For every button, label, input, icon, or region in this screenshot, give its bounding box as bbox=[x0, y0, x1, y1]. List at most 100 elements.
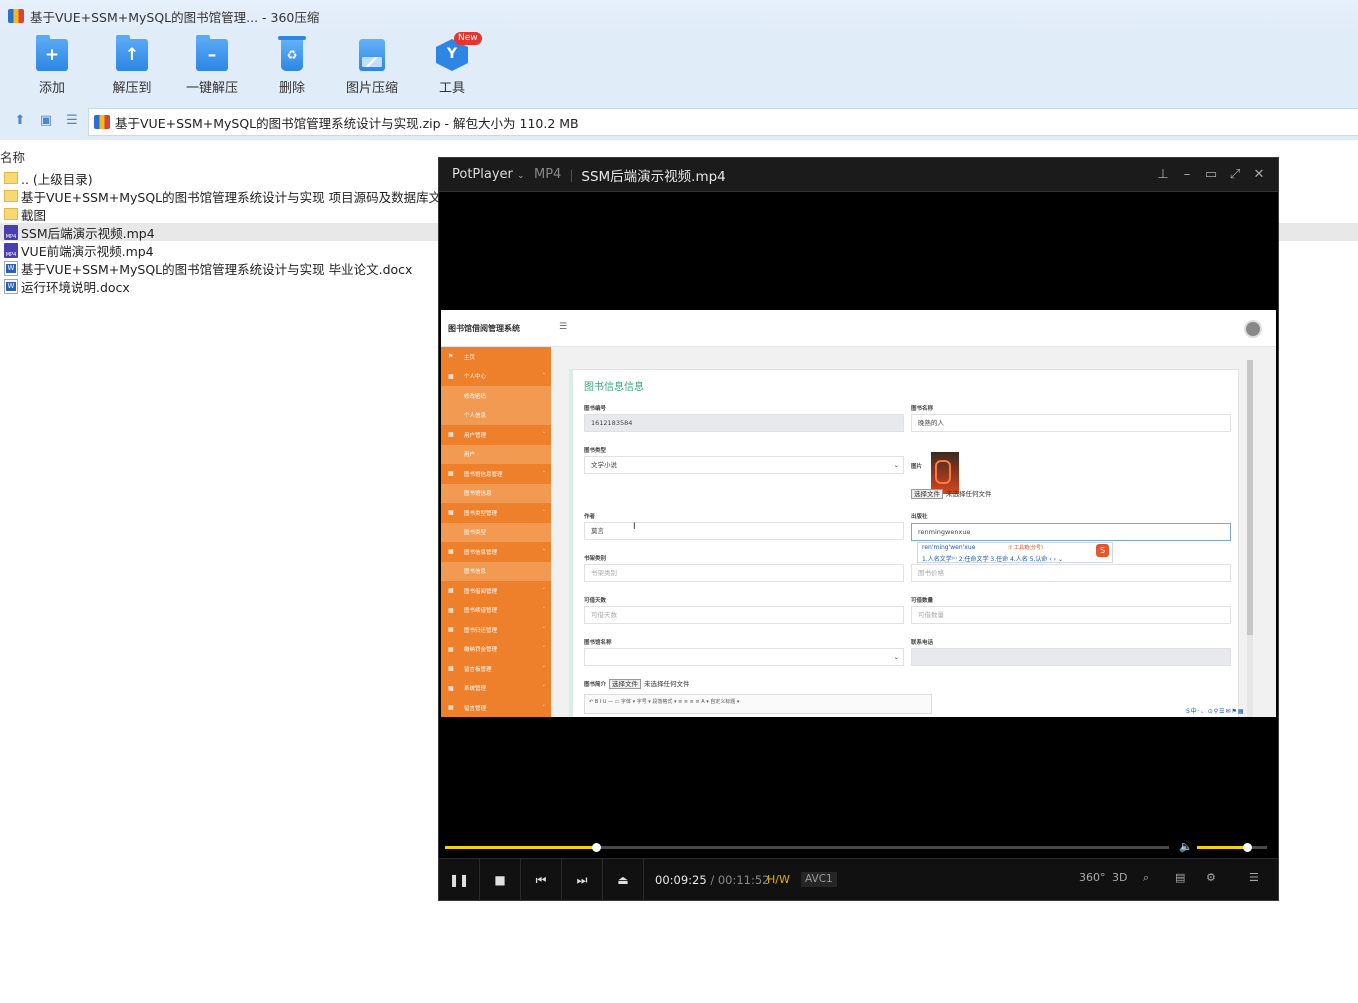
menu-label: 系统管理 bbox=[464, 686, 487, 693]
column-header-name[interactable]: 名称 bbox=[0, 147, 25, 166]
player-menu-button[interactable]: PotPlayer ⌄ bbox=[439, 167, 526, 182]
tools-button[interactable]: Y 工具 bbox=[412, 39, 492, 96]
label-book-type: 图书类型 bbox=[584, 448, 607, 454]
one-click-extract-label: 一键解压 bbox=[185, 81, 238, 96]
shelf-field: 书架类别 bbox=[584, 564, 904, 582]
no-file-text: 未选择任何文件 bbox=[644, 680, 690, 688]
folder-icon bbox=[4, 172, 18, 184]
volume-slider[interactable] bbox=[1197, 843, 1267, 852]
thumbnail-view-icon[interactable]: ▣ bbox=[38, 113, 54, 129]
close-icon[interactable]: ✕ bbox=[1251, 167, 1267, 183]
video-frame[interactable]: 图书馆借阅管理系统 ☰ ⚑ 主页 ▦ 个人中心 ˄ 修改密码 个人信息 ▦ 用户管理 ˄ … bbox=[441, 310, 1276, 717]
video-submenu-item: 图书馆信息 bbox=[441, 483, 551, 503]
pin-icon[interactable]: ⊥ bbox=[1155, 167, 1171, 183]
ime-tray: S中·、⊙⚲☰✉⚑▦ bbox=[1186, 708, 1245, 715]
one-click-extract-button[interactable]: – 一键解压 bbox=[172, 35, 252, 96]
minimize-icon[interactable]: – bbox=[1179, 167, 1195, 183]
intro-file-picker: 图书简介 选择文件 未选择任何文件 bbox=[584, 678, 690, 689]
list-view-icon[interactable]: ☰ bbox=[64, 113, 80, 129]
chevron-icon: ˄ bbox=[542, 373, 546, 380]
toolbar: + 添加 ↑ 解压到 – 一键解压 ♻ 删除 图片压缩 Y 工具 New bbox=[0, 32, 1358, 102]
book-type-select: 文学小说 ⌄ bbox=[584, 456, 904, 474]
video-menu-item: ▦ 留言板管理 ˅ bbox=[441, 659, 551, 679]
volume-handle[interactable] bbox=[1243, 843, 1253, 852]
grid-icon: ▦ bbox=[448, 684, 454, 692]
file-name: 基于VUE+SSM+MySQL的图书馆管理系统设计与实现 项目源码及数据库文件 bbox=[21, 189, 454, 205]
path-field[interactable]: 基于VUE+SSM+MySQL的图书馆管理系统设计与实现.zip - 解包大小为… bbox=[88, 108, 1358, 136]
extract-to-icon: ↑ bbox=[116, 35, 148, 71]
label-intro: 图书简介 bbox=[584, 682, 607, 688]
label-shelf: 书架类别 bbox=[584, 556, 607, 562]
eject-icon[interactable]: ⏏ bbox=[603, 859, 644, 901]
grid-icon: ▦ bbox=[448, 606, 454, 614]
stop-icon[interactable]: ■ bbox=[480, 859, 521, 901]
label-image: 图片 bbox=[911, 464, 923, 470]
gear-icon[interactable]: ⚙ bbox=[1206, 871, 1216, 884]
archive-app-icon bbox=[8, 9, 24, 23]
menu-label: 留言板管理 bbox=[464, 666, 492, 673]
menu-label: 个人信息 bbox=[464, 413, 487, 420]
add-folder-icon: + bbox=[36, 35, 68, 71]
potplayer-window: PotPlayer ⌄ MP4 | SSM后端演示视频.mp4 ⊥ – ▭ ⤢ … bbox=[438, 157, 1279, 901]
video-sidebar: ⚑ 主页 ▦ 个人中心 ˄ 修改密码 个人信息 ▦ 用户管理 ˄ 用户 ▦ 图书馆信息管理 ˄… bbox=[441, 347, 551, 717]
grid-icon: ▦ bbox=[448, 704, 454, 712]
address-bar: ⬆ ▣ ☰ 基于VUE+SSM+MySQL的图书馆管理系统设计与实现.zip -… bbox=[0, 102, 1358, 140]
add-button[interactable]: + 添加 bbox=[12, 35, 92, 96]
grid-icon: ▦ bbox=[448, 645, 454, 653]
player-brand: PotPlayer bbox=[452, 167, 513, 182]
playback-time: 00:09:25 / 00:11:52 bbox=[655, 873, 770, 887]
borrow-count-field: 可借数量 bbox=[911, 606, 1231, 624]
label-book-no: 图书编号 bbox=[584, 406, 607, 412]
chevron-down-icon: ⌄ bbox=[893, 461, 899, 469]
menu-label: 图书信息 bbox=[464, 569, 487, 576]
codec-badge[interactable]: AVC1 bbox=[801, 872, 837, 887]
borrow-days-field: 可借天数 bbox=[584, 606, 904, 624]
playlist-icon[interactable]: ▤ bbox=[1175, 871, 1185, 884]
video-submenu-item: 用户 bbox=[441, 444, 551, 464]
pause-icon[interactable]: ❚❚ bbox=[439, 859, 480, 901]
file-name: .. (上级目录) bbox=[21, 171, 93, 187]
menu-label: 修改密码 bbox=[464, 393, 487, 400]
3d-icon[interactable]: 3D bbox=[1112, 871, 1127, 884]
label-borrow-days: 可借天数 bbox=[584, 598, 607, 604]
next-icon[interactable]: ⏭ bbox=[562, 859, 603, 901]
up-level-icon[interactable]: ⬆ bbox=[12, 113, 28, 129]
extract-to-button[interactable]: ↑ 解压到 bbox=[92, 35, 172, 96]
book-name-field: 晚熟的人 bbox=[911, 414, 1231, 432]
grid-icon: ▦ bbox=[448, 665, 454, 673]
one-click-extract-icon: – bbox=[196, 35, 228, 71]
text-cursor-icon: I bbox=[633, 522, 636, 532]
file-name: VUE前端演示视频.mp4 bbox=[21, 243, 154, 259]
seek-handle[interactable] bbox=[592, 843, 602, 852]
word-doc-icon bbox=[4, 260, 18, 276]
delete-label: 删除 bbox=[278, 81, 305, 96]
tools-label: 工具 bbox=[438, 81, 465, 96]
time-total: / 00:11:52 bbox=[710, 873, 770, 887]
zip-file-icon bbox=[94, 115, 110, 129]
file-name: 截图 bbox=[21, 207, 47, 223]
player-format: MP4 bbox=[534, 167, 562, 182]
search-list-icon[interactable]: ⌕ bbox=[1143, 871, 1149, 885]
label-publisher: 出版社 bbox=[911, 514, 928, 520]
rich-text-toolbar: ↶ B I U — ▭ 字体 ▾ 字号 ▾ 段落格式 ▾ ≡ ≡ ≡ ≡ A ▾… bbox=[584, 694, 932, 714]
fullscreen-icon[interactable]: ⤢ bbox=[1227, 167, 1243, 183]
chevron-icon: ˅ bbox=[542, 685, 546, 692]
author-field: 莫言 bbox=[584, 522, 904, 540]
title-divider: | bbox=[569, 167, 574, 182]
book-type-value: 文学小说 bbox=[591, 461, 617, 469]
vr360-icon[interactable]: 360° bbox=[1079, 871, 1106, 884]
delete-button[interactable]: ♻ 删除 bbox=[252, 36, 332, 96]
video-submenu-item: 图书类型 bbox=[441, 522, 551, 542]
seek-bar[interactable] bbox=[445, 843, 1169, 852]
image-compress-button[interactable]: 图片压缩 bbox=[332, 39, 412, 96]
previous-icon[interactable]: ⏮ bbox=[521, 859, 562, 901]
folder-icon bbox=[4, 208, 18, 220]
menu-label: 图书馆信息 bbox=[464, 491, 492, 498]
volume-icon[interactable]: 🔈 bbox=[1179, 840, 1193, 853]
maximize-icon[interactable]: ▭ bbox=[1203, 167, 1219, 183]
no-file-text: 未选择任何文件 bbox=[946, 490, 992, 498]
video-menu-item: ▦ 留言管理 ˅ bbox=[441, 698, 551, 717]
hw-decode-badge[interactable]: H/W bbox=[767, 873, 790, 886]
menu-icon[interactable]: ☰ bbox=[1249, 871, 1259, 884]
video-menu-item: ▦ 系统管理 ˅ bbox=[441, 678, 551, 698]
